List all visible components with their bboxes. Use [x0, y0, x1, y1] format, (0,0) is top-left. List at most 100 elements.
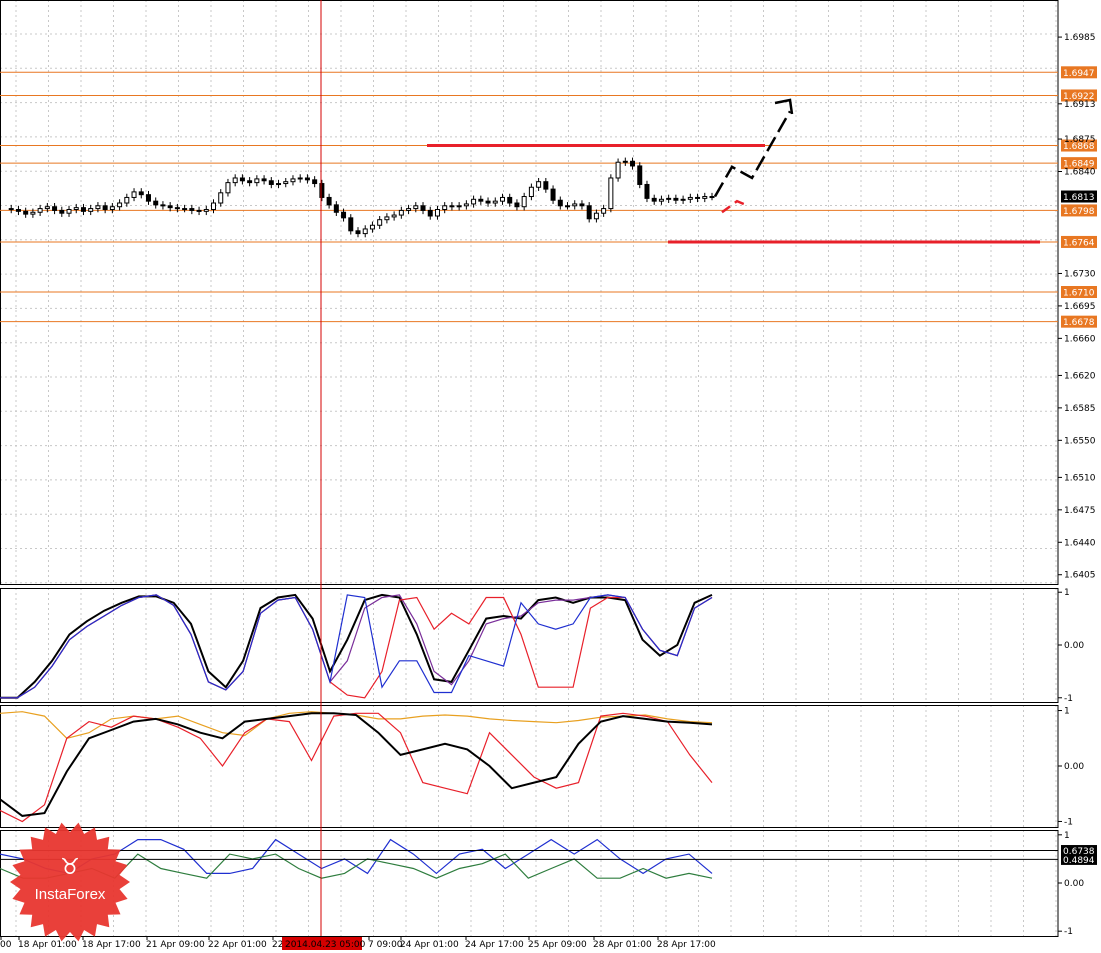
candle-body — [485, 200, 491, 204]
current-price-label: 1.6813 — [1063, 193, 1095, 203]
candle-body — [95, 205, 101, 210]
x-axis-ticks: 00 18 Apr 01:00 18 Apr 17:00 21 Apr 09:00 22… — [0, 936, 716, 950]
candle-body — [384, 216, 390, 221]
candle-body — [268, 180, 274, 185]
candle-body — [644, 183, 650, 199]
y-tick-label: 1.6985 — [1064, 33, 1096, 43]
candle-body — [355, 230, 361, 235]
y-tick-label: 1.6913 — [1064, 100, 1096, 110]
level-label: 1.6710 — [1063, 289, 1095, 299]
panel-frames — [0, 0, 1059, 937]
candle-body — [109, 206, 115, 210]
candle-body — [536, 181, 542, 188]
y-tick-label: 1.6550 — [1064, 436, 1096, 446]
y-tick-label: 1.6695 — [1064, 302, 1096, 312]
candle-body — [630, 160, 636, 167]
candle-body — [276, 183, 282, 186]
candle-body — [326, 196, 332, 206]
candle-body — [666, 197, 672, 200]
candle-body — [687, 196, 693, 200]
candle-body — [456, 205, 462, 208]
candle-body — [391, 214, 397, 218]
x-tick-label: 21 Apr 09:00 — [146, 940, 205, 950]
candle-body — [586, 205, 592, 220]
candle-body — [225, 182, 231, 194]
x-tick-label: 22 Apr 01:00 — [208, 940, 267, 950]
candle-body — [593, 212, 599, 220]
y-tick-label: 1.6660 — [1064, 334, 1096, 344]
y-tick-label: 1.6475 — [1064, 506, 1096, 516]
candle-body — [59, 209, 65, 214]
candle-body — [702, 196, 708, 199]
candle-body — [550, 188, 556, 201]
candle-body — [290, 178, 296, 183]
candle-body — [297, 177, 303, 180]
candle-body — [398, 209, 404, 216]
y-tick-label: 1.6585 — [1064, 404, 1096, 414]
candle-body — [73, 207, 79, 210]
candle-body — [514, 202, 520, 208]
y-tick-label: 1.6875 — [1064, 135, 1096, 145]
candle-body — [341, 211, 347, 219]
grid — [0, 0, 1058, 936]
candle-body — [218, 192, 224, 204]
y-tick-label: 1 — [1064, 707, 1070, 717]
candle-body — [15, 208, 21, 212]
y-axis-ticks: 1.6985 1.6913 1.6875 1.6840 1.6730 1.6695 1.66… — [1058, 33, 1096, 937]
candle-body — [261, 178, 267, 182]
candle-body — [145, 194, 151, 202]
x-tick-label: 28 Apr 01:00 — [593, 940, 652, 950]
candle-body — [160, 204, 166, 207]
panel-frame-2 — [0, 705, 1059, 828]
candle-body — [196, 209, 202, 212]
candle-body — [449, 205, 455, 208]
level-label: 1.6764 — [1063, 238, 1095, 248]
x-tick-label: 28 Apr 17:00 — [657, 940, 716, 950]
candle-body — [37, 208, 43, 213]
x-tick-label: 18 Apr 01:00 — [18, 940, 77, 950]
candle-body — [427, 209, 433, 217]
candle-body — [565, 205, 571, 208]
candle-body — [362, 228, 368, 235]
x-tick-label: 24 Apr 01:00 — [400, 940, 459, 950]
candle-body — [348, 217, 354, 232]
x-tick-label: 22 — [272, 940, 283, 950]
candle-body — [499, 196, 505, 202]
candle-body — [8, 208, 14, 211]
candle-body — [420, 205, 426, 211]
candle-body — [434, 208, 440, 217]
x-tick-label: 25 Apr 09:00 — [528, 940, 587, 950]
instaforex-logo: ♉ InstaForex — [10, 822, 130, 942]
candle-body — [232, 177, 238, 184]
candle-body — [673, 197, 679, 201]
candle-body — [102, 205, 108, 210]
candle-body — [66, 208, 72, 214]
y-tick-label: 1.6405 — [1064, 571, 1096, 581]
candle-body — [572, 203, 578, 207]
candle-body — [478, 198, 484, 202]
candle-body — [413, 205, 419, 210]
candle-body — [463, 203, 469, 207]
y-tick-label: 0.00 — [1064, 879, 1084, 889]
y-tick-label: 1.6510 — [1064, 473, 1096, 483]
forecast-arrows — [713, 98, 794, 214]
candle-body — [189, 208, 195, 211]
candle-body — [406, 208, 412, 211]
level-label: 1.6678 — [1063, 318, 1095, 328]
candle-body — [492, 200, 498, 204]
osc2-series-1 — [0, 712, 713, 823]
orange-levels: 1.69471.69221.68681.68491.67981.67641.67… — [0, 66, 1097, 328]
candle-body — [44, 206, 50, 210]
y-tick-label: 1.6620 — [1064, 371, 1096, 381]
candle-body — [247, 180, 253, 184]
candle-body — [124, 196, 130, 204]
candle-body — [528, 186, 534, 198]
candle-body — [442, 205, 448, 210]
x-tick-label: 00 — [0, 940, 12, 950]
candle-body — [283, 181, 289, 185]
candle-body — [117, 202, 123, 208]
y-tick-label: 1 — [1064, 588, 1070, 598]
candle-body — [651, 197, 657, 202]
candle-body — [174, 207, 180, 210]
candle-body — [608, 177, 614, 210]
